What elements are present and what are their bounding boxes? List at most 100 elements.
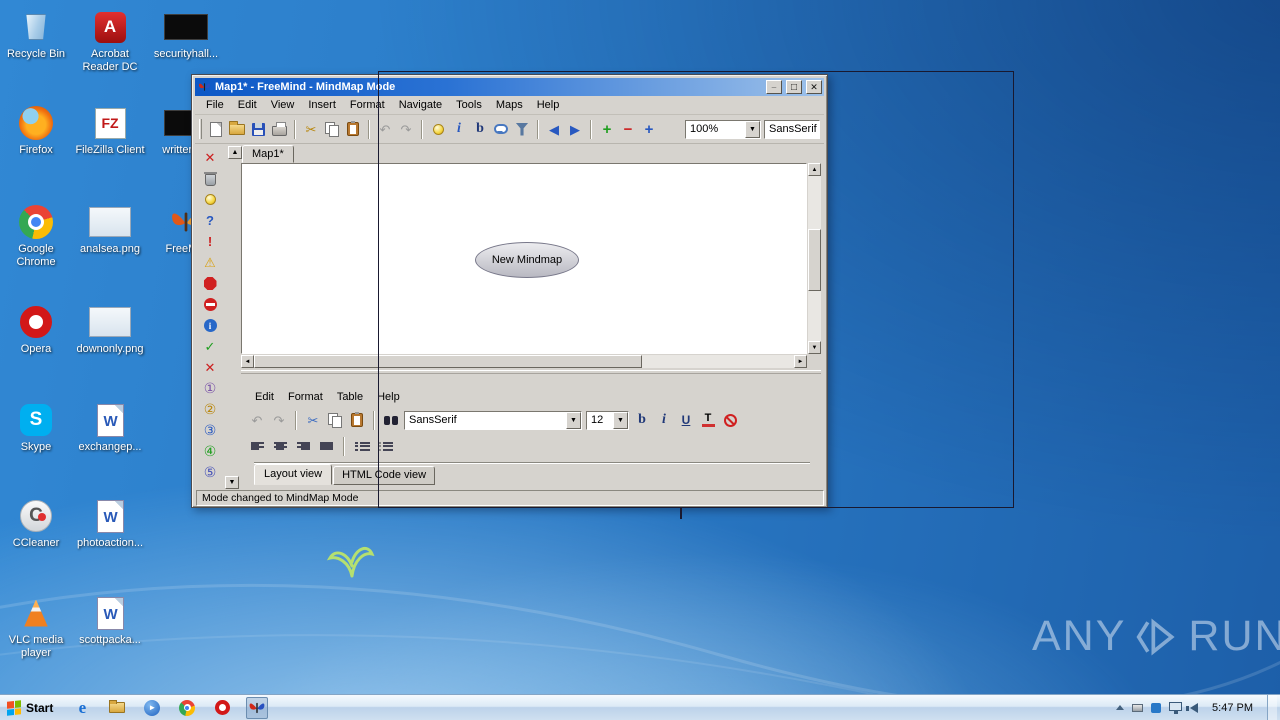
desktop-icon-downonly[interactable]: downonly.png	[74, 303, 146, 356]
menu-insert[interactable]: Insert	[301, 97, 343, 113]
device-tray-icon[interactable]	[1132, 703, 1144, 712]
desktop-icon-filezilla[interactable]: FileZilla Client	[74, 104, 146, 157]
forward-icon[interactable]	[566, 120, 584, 138]
ok-check-icon[interactable]	[201, 338, 219, 355]
idea-bulb-icon[interactable]	[429, 120, 447, 138]
show-desktop-button[interactable]	[1267, 695, 1277, 720]
vertical-scrollbar[interactable]	[808, 163, 821, 354]
note-size-combo[interactable]: 12	[586, 410, 629, 430]
note-menu-format[interactable]: Format	[281, 389, 330, 405]
font-field[interactable]: SansSerif	[764, 119, 820, 139]
mindmap-canvas[interactable]: New Mindmap	[241, 163, 807, 354]
tab-html-code-view[interactable]: HTML Code view	[333, 466, 436, 485]
trash-icon[interactable]	[201, 170, 219, 187]
underline-icon[interactable]	[677, 411, 695, 429]
map-tab[interactable]: Map1*	[242, 145, 294, 163]
no-entry-icon[interactable]	[201, 296, 219, 313]
cut-icon[interactable]	[302, 120, 320, 138]
opera-icon[interactable]	[211, 697, 233, 719]
info-icon[interactable]	[201, 317, 219, 334]
desktop-icon-vlc[interactable]: VLC media player	[0, 594, 72, 660]
new-map-icon[interactable]	[207, 120, 225, 138]
windows-explorer-icon[interactable]	[106, 697, 128, 719]
align-center-icon[interactable]	[271, 437, 289, 455]
bold-icon[interactable]	[471, 120, 489, 138]
zoom-combo[interactable]: 100%	[685, 119, 761, 139]
horizontal-scroll-thumb[interactable]	[254, 355, 642, 368]
media-player-icon[interactable]	[141, 697, 163, 719]
menu-tools[interactable]: Tools	[449, 97, 489, 113]
back-icon[interactable]	[545, 120, 563, 138]
desktop-icon-chrome[interactable]: Google Chrome	[0, 203, 72, 269]
desktop-icon-acrobat[interactable]: Acrobat Reader DC	[74, 8, 146, 74]
menu-format[interactable]: Format	[343, 97, 392, 113]
clock[interactable]: 5:47 PM	[1206, 702, 1259, 714]
desktop-icon-exchangep[interactable]: exchangep...	[74, 401, 146, 454]
align-left-icon[interactable]	[248, 437, 266, 455]
cut-icon[interactable]	[304, 411, 322, 429]
bold-icon[interactable]	[633, 411, 651, 429]
minimize-button[interactable]	[766, 80, 782, 94]
priority-4-icon[interactable]	[201, 443, 219, 460]
security-tray-icon[interactable]	[1151, 702, 1162, 713]
internet-explorer-icon[interactable]	[71, 697, 93, 719]
network-icon[interactable]	[1169, 701, 1183, 714]
note-menu-table[interactable]: Table	[330, 389, 370, 405]
filter-icon[interactable]	[513, 120, 531, 138]
maximize-button[interactable]	[786, 80, 802, 94]
vertical-scroll-thumb[interactable]	[808, 229, 821, 291]
toolbar-scroll-down-icon[interactable]	[225, 476, 239, 489]
numbered-list-icon[interactable]	[376, 437, 394, 455]
desktop-icon-opera[interactable]: Opera	[0, 303, 72, 356]
toolbar-drag-handle[interactable]	[199, 119, 202, 139]
print-icon[interactable]	[270, 120, 288, 138]
chrome-icon[interactable]	[176, 697, 198, 719]
exclamation-icon[interactable]	[201, 233, 219, 250]
priority-2-icon[interactable]	[201, 401, 219, 418]
copy-icon[interactable]	[326, 411, 344, 429]
redo-icon[interactable]	[397, 120, 415, 138]
find-replace-icon[interactable]	[382, 411, 400, 429]
desktop-icon-skype[interactable]: Skype	[0, 401, 72, 454]
menu-edit[interactable]: Edit	[231, 97, 264, 113]
start-button[interactable]: Start	[0, 695, 63, 720]
desktop-icon-recycle-bin[interactable]: Recycle Bin	[0, 8, 72, 61]
priority-3-icon[interactable]	[201, 422, 219, 439]
copy-icon[interactable]	[323, 120, 341, 138]
scroll-up-icon[interactable]	[808, 163, 821, 176]
align-justify-icon[interactable]	[317, 437, 335, 455]
root-node[interactable]: New Mindmap	[475, 242, 579, 278]
toolbar-scroll-up-icon[interactable]	[228, 146, 242, 159]
save-map-icon[interactable]	[249, 120, 267, 138]
volume-icon[interactable]	[1186, 702, 1199, 713]
priority-1-icon[interactable]	[201, 380, 219, 397]
chevron-down-icon[interactable]	[613, 411, 628, 429]
desktop-icon-scottpacka[interactable]: scottpacka...	[74, 594, 146, 647]
scroll-down-icon[interactable]	[808, 341, 821, 354]
plus-green-icon[interactable]	[598, 120, 616, 138]
cloud-bubble-icon[interactable]	[492, 120, 510, 138]
tray-expand-icon[interactable]	[1116, 701, 1125, 710]
menu-help[interactable]: Help	[530, 97, 567, 113]
priority-5-icon[interactable]	[201, 464, 219, 481]
font-color-icon[interactable]	[699, 411, 717, 429]
remove-icon[interactable]	[201, 149, 219, 166]
chevron-down-icon[interactable]	[745, 120, 760, 138]
freemind-window[interactable]: Map1* - FreeMind - MindMap Mode File Edi…	[191, 74, 828, 508]
cancel-cross-icon[interactable]	[201, 359, 219, 376]
horizontal-scrollbar[interactable]	[241, 355, 807, 368]
italic-icon[interactable]	[450, 120, 468, 138]
redo-icon[interactable]	[270, 411, 288, 429]
remove-format-icon[interactable]	[721, 411, 739, 429]
bullet-list-icon[interactable]	[353, 437, 371, 455]
stop-sign-icon[interactable]	[201, 275, 219, 292]
note-menu-help[interactable]: Help	[370, 389, 407, 405]
desktop-icon-analsea[interactable]: analsea.png	[74, 203, 146, 256]
menu-file[interactable]: File	[199, 97, 231, 113]
scroll-right-icon[interactable]	[794, 355, 807, 368]
desktop-icon-photoaction[interactable]: photoaction...	[74, 497, 146, 550]
italic-icon[interactable]	[655, 411, 673, 429]
desktop-icon-firefox[interactable]: Firefox	[0, 104, 72, 157]
menu-view[interactable]: View	[264, 97, 302, 113]
undo-icon[interactable]	[376, 120, 394, 138]
